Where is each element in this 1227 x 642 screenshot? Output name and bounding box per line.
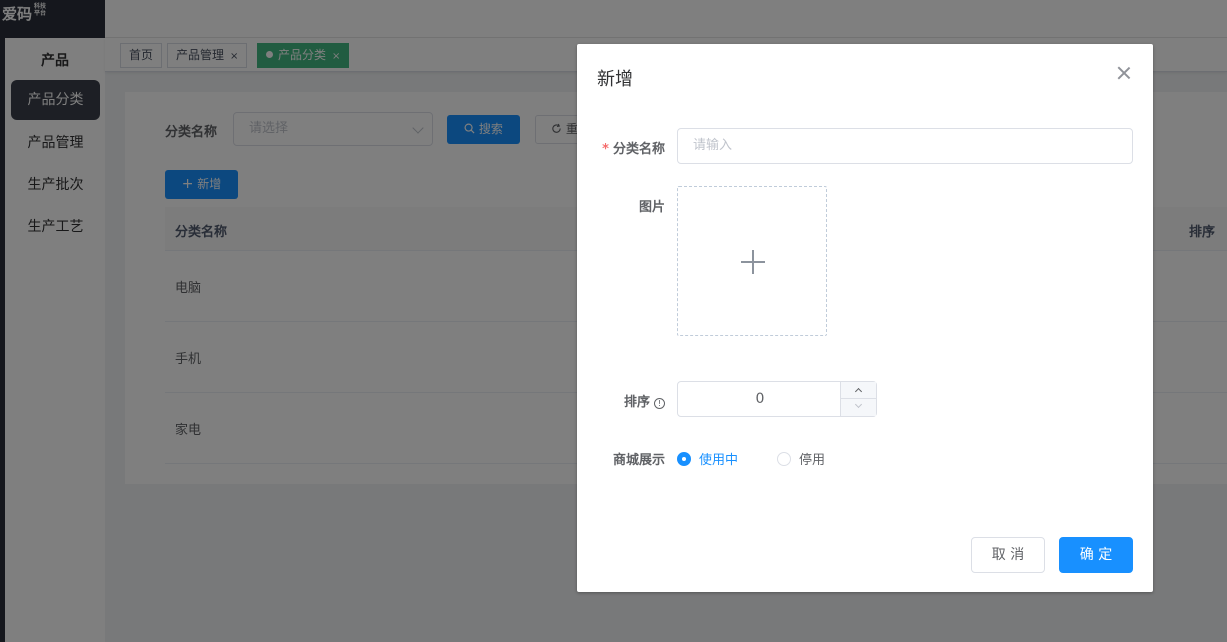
image-upload[interactable] — [677, 186, 827, 336]
radio-in-use[interactable]: 使用中 — [677, 449, 738, 468]
decrease-button[interactable] — [840, 399, 876, 416]
sort-value[interactable]: 0 — [678, 382, 842, 416]
field-label-display: 商城展示 — [612, 453, 665, 468]
chevron-down-icon — [854, 400, 863, 409]
chevron-up-icon — [854, 387, 863, 396]
info-icon[interactable]: ! — [654, 398, 665, 409]
confirm-button[interactable]: 确 定 — [1059, 537, 1133, 573]
category-name-input[interactable]: 请输入 — [677, 128, 1133, 164]
radio-disabled[interactable]: 停用 — [777, 449, 825, 468]
radio-circle — [677, 452, 691, 466]
field-label-name: * 分类名称 — [602, 142, 665, 157]
required-asterisk: * — [602, 142, 609, 157]
cancel-button[interactable]: 取 消 — [971, 537, 1045, 573]
field-label-image: 图片 — [638, 200, 665, 215]
field-label-sort: 排序! — [624, 391, 665, 410]
close-icon[interactable] — [1117, 66, 1131, 80]
dialog-title: 新增 — [597, 69, 633, 90]
input-placeholder: 请输入 — [693, 138, 733, 153]
add-category-dialog: 新增 * 分类名称 请输入 图片 排序! 0 商城展示 使用中 停用 取 消 确 … — [577, 44, 1153, 592]
radio-circle — [777, 452, 791, 466]
plus-icon-vertical — [752, 250, 754, 274]
increase-button[interactable] — [840, 382, 876, 399]
sort-stepper[interactable]: 0 — [677, 381, 877, 417]
